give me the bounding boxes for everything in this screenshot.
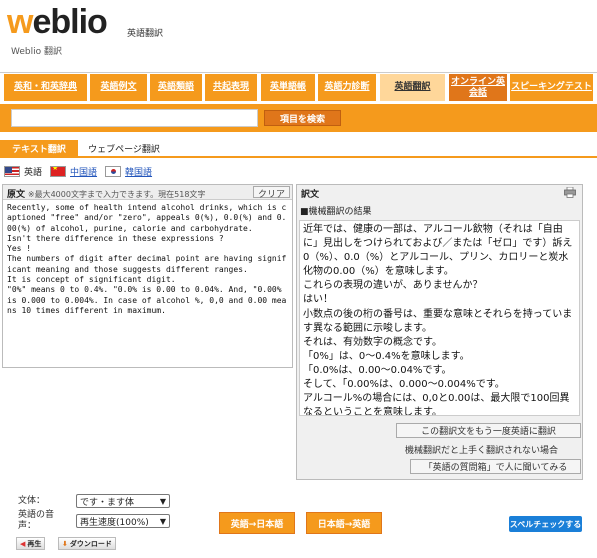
nav-item-online-eikaiwa[interactable]: オンライン英会話 — [449, 74, 507, 101]
speaker-icon: ◀ — [20, 539, 26, 548]
print-icon[interactable] — [564, 187, 576, 198]
result-title: 訳文 — [301, 190, 320, 200]
nav-item-collocations[interactable]: 共起表現 — [205, 74, 257, 101]
chevron-down-icon: ▼ — [159, 496, 166, 506]
download-label: ダウンロード — [69, 539, 112, 548]
style-select[interactable]: です・ます体 ▼ — [76, 494, 170, 508]
chevron-down-icon: ▼ — [159, 516, 166, 526]
download-icon: ⬇ — [62, 539, 68, 548]
retranslate-button[interactable]: この翻訳文をもう一度英語に翻訳 — [396, 423, 581, 438]
nav-item-dictionary[interactable]: 英和・和英辞典 — [4, 74, 87, 101]
result-text: 近年では、健康の一部は、アルコール飲物（それは「自由に」見出しをつけられておよび… — [299, 220, 580, 416]
nav-item-test[interactable]: 英語力診断 — [318, 74, 376, 101]
tab-text-translation[interactable]: テキスト翻訳 — [0, 140, 78, 157]
lang-chinese[interactable]: 中国語 — [70, 165, 97, 178]
logo-caption: Weblio 翻訳 — [11, 47, 62, 57]
translation-tabs: テキスト翻訳 ウェブページ翻訳 — [0, 140, 597, 158]
lang-english[interactable]: 英語 — [24, 165, 42, 178]
play-label: 再生 — [27, 539, 42, 548]
main-nav: 英和・和英辞典 英語例文 英語類語 共起表現 英単語帳 英語力診断 英語翻訳 オ… — [0, 72, 597, 102]
ask-question-button[interactable]: 「英語の質問箱」で人に聞いてみる — [410, 459, 581, 474]
nav-item-wordbook[interactable]: 英単語帳 — [261, 74, 315, 101]
voice-label: 英語の音声： — [18, 510, 55, 531]
nav-item-synonyms[interactable]: 英語類語 — [150, 74, 202, 101]
options-form: 文体： です・ます体 ▼ 英語の音声： 再生速度(100%) ▼ ◀ 再生 ⬇ … — [0, 492, 597, 558]
speed-select-value: 再生速度(100%) — [80, 517, 149, 528]
cn-flag-icon — [50, 165, 67, 177]
logo-subtitle: 英語翻訳 — [127, 29, 164, 39]
nav-item-examples[interactable]: 英語例文 — [90, 74, 147, 101]
play-button[interactable]: ◀ 再生 — [16, 537, 46, 550]
search-input[interactable] — [11, 109, 258, 127]
source-char-note: ※最大4000文字まで入力できます。現在518文字 — [27, 190, 206, 199]
speed-select[interactable]: 再生速度(100%) ▼ — [76, 514, 170, 528]
ja-to-en-button[interactable]: 日本語→英語 — [306, 512, 382, 534]
style-label: 文体： — [18, 496, 46, 506]
kr-flag-icon — [105, 165, 122, 177]
fail-note: 機械翻訳だと上手く翻訳されない場合 — [405, 446, 559, 456]
weblio-logo[interactable]: weblio — [7, 4, 108, 40]
spellcheck-button[interactable]: スペルチェックする — [509, 516, 582, 532]
download-button[interactable]: ⬇ ダウンロード — [58, 537, 116, 550]
us-flag-icon — [4, 165, 20, 177]
source-panel: 原文 ※最大4000文字まで入力できます。現在518文字 クリア Recentl… — [2, 184, 293, 368]
result-text-content: 近年では、健康の一部は、アルコール飲物（それは「自由に」見出しをつけられておよび… — [303, 224, 573, 416]
source-header: 原文 ※最大4000文字まで入力できます。現在518文字 クリア — [3, 185, 292, 200]
result-header: 訳文 — [297, 185, 582, 200]
search-button[interactable]: 項目を検索 — [264, 110, 341, 126]
source-textarea[interactable]: Recently, some of health intend alcohol … — [3, 200, 292, 319]
nav-item-speaking-test[interactable]: スピーキングテスト — [510, 74, 593, 101]
result-panel: 訳文 ■機械翻訳の結果 近年では、健康の一部は、アルコール飲物（それは「自由に」… — [296, 184, 583, 480]
style-select-value: です・ます体 — [80, 497, 135, 508]
search-bar: 項目を検索 — [0, 104, 597, 132]
nav-item-translate[interactable]: 英語翻訳 — [380, 74, 445, 101]
source-title: 原文 — [7, 190, 26, 200]
header: weblio 英語翻訳 Weblio 翻訳 — [0, 0, 597, 66]
result-subtitle: ■機械翻訳の結果 — [300, 207, 372, 217]
lang-korean[interactable]: 韓国語 — [125, 165, 152, 178]
tab-webpage-translation[interactable]: ウェブページ翻訳 — [84, 140, 164, 157]
en-to-ja-button[interactable]: 英語→日本語 — [219, 512, 295, 534]
language-selector: 英語 中国語 韓国語 — [4, 164, 152, 178]
clear-button[interactable]: クリア — [252, 186, 290, 200]
